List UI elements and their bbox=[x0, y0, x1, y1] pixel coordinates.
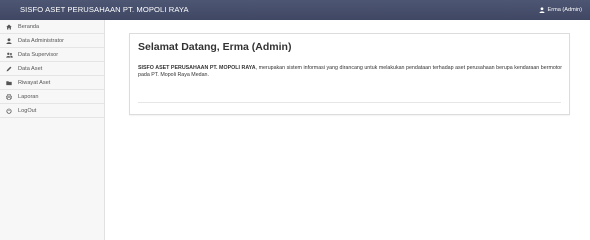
sidebar-item-riwayat-aset[interactable]: Riwayat Aset bbox=[0, 76, 104, 90]
sidebar-item-data-supervisor[interactable]: Data Supervisor bbox=[0, 48, 104, 62]
folder-icon bbox=[6, 80, 16, 86]
users-icon bbox=[6, 52, 16, 58]
app-brand[interactable]: SISFO ASET PERUSAHAAN PT. MOPOLI RAYA bbox=[20, 0, 189, 20]
print-icon bbox=[6, 93, 16, 100]
sidebar-item-logout[interactable]: LogOut bbox=[0, 104, 104, 118]
user-name: Erma (Admin) bbox=[547, 7, 583, 13]
sidebar-item-label: Riwayat Aset bbox=[18, 79, 51, 86]
user-icon bbox=[538, 7, 545, 13]
sidebar-item-label: Beranda bbox=[18, 23, 40, 30]
description-app-name: SISFO ASET PERUSAHAAN PT. MOPOLI RAYA bbox=[138, 65, 256, 71]
sidebar-item-beranda[interactable]: Beranda bbox=[0, 20, 104, 34]
home-icon bbox=[6, 23, 16, 30]
welcome-panel: Selamat Datang, Erma (Admin) SISFO ASET … bbox=[129, 33, 570, 115]
sidebar-item-label: LogOut bbox=[18, 107, 37, 114]
sidebar: Beranda Data Administrator Data Supervis… bbox=[0, 20, 105, 240]
user-icon bbox=[6, 37, 16, 44]
sidebar-item-data-administrator[interactable]: Data Administrator bbox=[0, 34, 104, 48]
description-text: SISFO ASET PERUSAHAAN PT. MOPOLI RAYA, m… bbox=[138, 65, 562, 79]
top-navbar: SISFO ASET PERUSAHAAN PT. MOPOLI RAYA Er… bbox=[0, 0, 590, 20]
user-menu[interactable]: Erma (Admin) bbox=[538, 0, 583, 20]
sidebar-item-laporan[interactable]: Laporan bbox=[0, 90, 104, 104]
sidebar-item-label: Data Supervisor bbox=[18, 51, 59, 58]
sidebar-item-label: Data Aset bbox=[18, 65, 43, 72]
pencil-icon bbox=[6, 66, 16, 72]
divider bbox=[138, 102, 561, 103]
sidebar-item-label: Data Administrator bbox=[18, 37, 65, 44]
page-title: Selamat Datang, Erma (Admin) bbox=[138, 41, 292, 53]
sidebar-item-label: Laporan bbox=[18, 93, 39, 100]
power-icon bbox=[6, 107, 16, 114]
sidebar-item-data-aset[interactable]: Data Aset bbox=[0, 62, 104, 76]
